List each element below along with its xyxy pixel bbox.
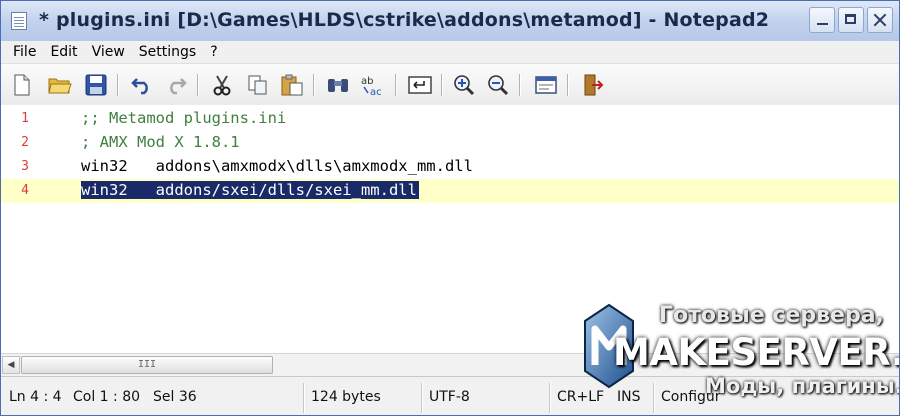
maximize-button[interactable] (838, 7, 864, 33)
line-number: 4 (21, 183, 29, 198)
close-button[interactable] (867, 7, 893, 33)
svg-text:ac: ac (370, 87, 382, 97)
find-icon[interactable] (325, 72, 351, 98)
notepad-app-icon[interactable] (11, 12, 27, 30)
scroll-left-arrow-icon[interactable]: ◀ (2, 356, 20, 374)
menu-view[interactable]: View (85, 42, 132, 62)
new-file-icon[interactable] (9, 72, 35, 98)
menu-settings[interactable]: Settings (132, 42, 203, 62)
scrollbar-thumb[interactable]: III (21, 356, 273, 374)
window-title: * plugins.ini [D:\Games\HLDS\cstrike\add… (39, 9, 770, 31)
line-text[interactable]: ; AMX Mod X 1.8.1 (81, 133, 240, 151)
title-bar[interactable]: * plugins.ini [D:\Games\HLDS\cstrike\add… (1, 1, 899, 42)
line-number: 1 (21, 111, 29, 126)
editor-area[interactable]: 1 ;; Metamod plugins.ini 2 ; AMX Mod X 1… (1, 105, 899, 353)
status-bar: Ln 4 : 4 Col 1 : 80 Sel 36 124 bytes UTF… (1, 376, 899, 415)
status-insert-mode[interactable]: INS (617, 377, 641, 415)
word-wrap-icon[interactable] (407, 72, 433, 98)
zoom-out-icon[interactable] (485, 72, 511, 98)
editor-line[interactable]: 2 ; AMX Mod X 1.8.1 (1, 131, 899, 155)
minimize-button[interactable] (809, 7, 835, 33)
menu-edit[interactable]: Edit (43, 42, 84, 62)
current-editor-line[interactable]: 4 win32 addons/sxei/dlls/sxei_mm.dll (1, 179, 899, 203)
line-text[interactable]: ;; Metamod plugins.ini (81, 109, 286, 127)
status-file-size: 124 bytes (311, 389, 381, 405)
paste-icon[interactable] (279, 72, 305, 98)
window-controls (809, 7, 893, 35)
zoom-in-icon[interactable] (451, 72, 477, 98)
line-number: 3 (21, 159, 29, 174)
status-scheme[interactable]: Configur (661, 377, 721, 415)
cut-icon[interactable] (209, 72, 235, 98)
save-icon[interactable] (83, 72, 109, 98)
status-column: Col 1 : 80 (73, 389, 141, 405)
open-folder-icon[interactable] (47, 72, 73, 98)
horizontal-scrollbar[interactable]: ◀ III (1, 353, 899, 376)
toolbar: ab ac (1, 63, 899, 107)
menu-help[interactable]: ? (203, 42, 224, 62)
status-line-position: Ln 4 : 4 (9, 389, 62, 405)
editor-line[interactable]: 1 ;; Metamod plugins.ini (1, 107, 899, 131)
line-text[interactable]: win32 addons\amxmodx\dlls\amxmodx_mm.dll (81, 157, 473, 175)
exit-icon[interactable] (579, 72, 605, 98)
notepad2-window: * plugins.ini [D:\Games\HLDS\cstrike\add… (0, 0, 900, 416)
menu-bar: File Edit View Settings ? (1, 41, 899, 63)
redo-icon[interactable] (163, 72, 189, 98)
copy-icon[interactable] (245, 72, 271, 98)
selected-line-text[interactable]: win32 addons/sxei/dlls/sxei_mm.dll (81, 181, 419, 199)
svg-text:ab: ab (361, 76, 373, 87)
status-line-endings[interactable]: CR+LF (557, 377, 604, 415)
editor-line[interactable]: 3 win32 addons\amxmodx\dlls\amxmodx_mm.d… (1, 155, 899, 179)
status-encoding[interactable]: UTF-8 (429, 377, 470, 415)
replace-icon[interactable]: ab ac (359, 72, 385, 98)
status-selection: Sel 36 (153, 389, 197, 405)
menu-file[interactable]: File (1, 42, 43, 62)
view-icon[interactable] (533, 72, 559, 98)
undo-icon[interactable] (129, 72, 155, 98)
line-number: 2 (21, 135, 29, 150)
